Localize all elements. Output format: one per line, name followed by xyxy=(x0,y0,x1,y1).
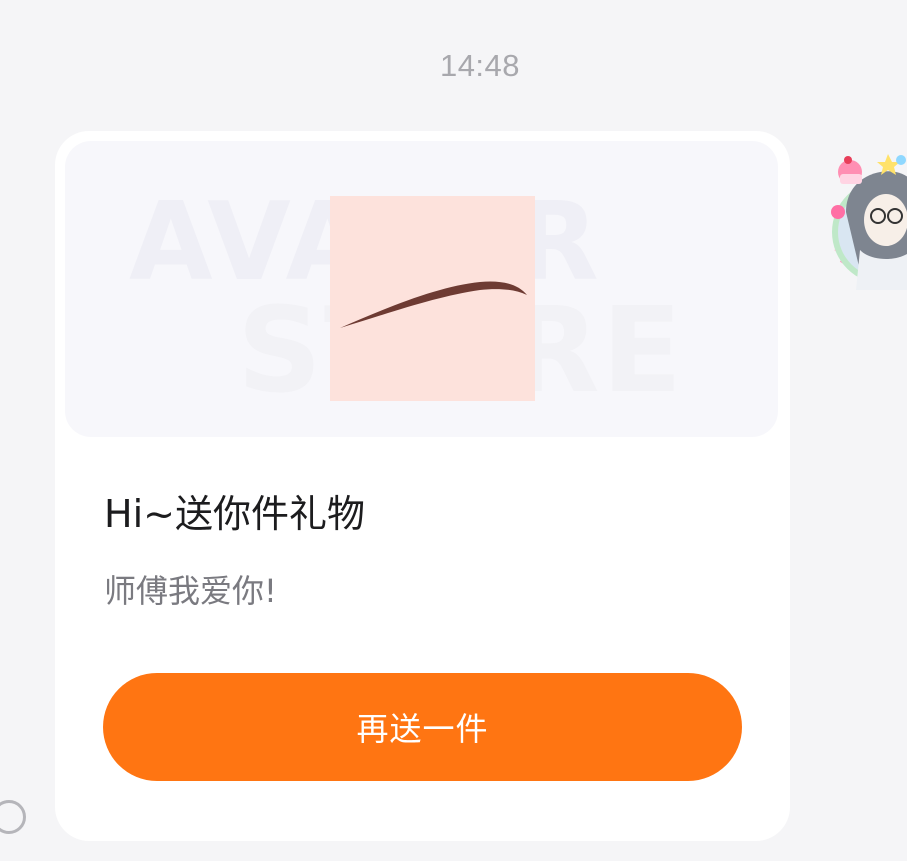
sender-avatar[interactable] xyxy=(826,150,907,290)
message-timestamp: 14:48 xyxy=(439,48,521,83)
send-another-button[interactable]: 再送一件 xyxy=(103,673,742,781)
gift-item-image[interactable] xyxy=(330,196,535,401)
gift-message: 师傅我爱你! xyxy=(104,572,277,610)
gift-banner: AVATAR STORE xyxy=(65,141,778,437)
message-status-icon xyxy=(0,800,26,834)
gift-title: Hi~送你件礼物 xyxy=(104,492,365,536)
avatar-icon xyxy=(831,154,907,290)
eyebrow-icon xyxy=(340,281,527,328)
gift-message-card[interactable]: AVATAR STORE Hi~送你件礼物 师傅我爱你! 再送一件 xyxy=(55,131,790,841)
